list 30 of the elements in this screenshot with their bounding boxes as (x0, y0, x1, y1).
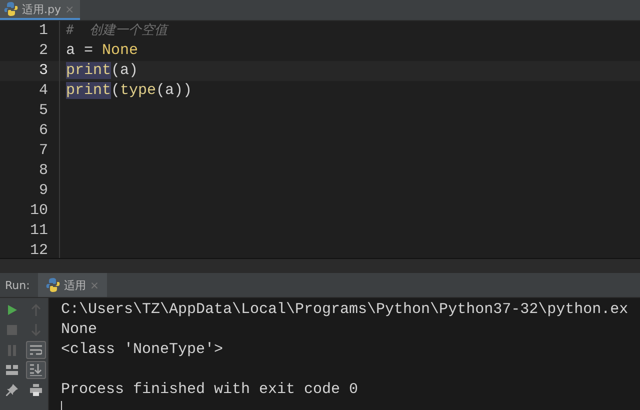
line-number: 5 (0, 101, 60, 121)
run-icon[interactable] (6, 304, 18, 316)
line-number: 7 (0, 141, 60, 161)
layout-icon[interactable] (6, 365, 18, 375)
print-icon[interactable] (30, 384, 42, 396)
console-line: None (61, 320, 98, 340)
run-label: Run: (4, 278, 31, 292)
run-tab[interactable]: 适用 × (38, 273, 108, 297)
pin-icon[interactable] (6, 384, 18, 396)
toolbar-toggle[interactable] (26, 361, 46, 379)
toolbar-toggle[interactable] (26, 341, 46, 359)
line-number: 11 (0, 221, 60, 241)
soft-wrap-icon[interactable] (30, 344, 42, 356)
code-line: print(a) (65, 61, 138, 81)
scroll-to-end-icon[interactable] (30, 364, 42, 376)
python-file-icon (46, 278, 60, 292)
line-number: 6 (0, 121, 60, 141)
console-line: <class 'NoneType'> (61, 340, 224, 360)
line-number: 1 (0, 21, 60, 41)
line-number: 10 (0, 201, 60, 221)
file-tab[interactable]: 适用.py × (0, 0, 80, 20)
code-line: print(type(a)) (65, 81, 192, 101)
python-file-icon (4, 2, 18, 16)
console-line: C:\Users\TZ\AppData\Local\Programs\Python\Python37-32\python.ex (61, 300, 630, 320)
line-number: 4 (0, 81, 60, 101)
line-number: 9 (0, 181, 60, 201)
code-line: a = None (65, 41, 138, 61)
code-line: # 创建一个空值 (65, 22, 168, 40)
console-line: Process finished with exit code 0 (61, 380, 360, 400)
line-number: 8 (0, 161, 60, 181)
